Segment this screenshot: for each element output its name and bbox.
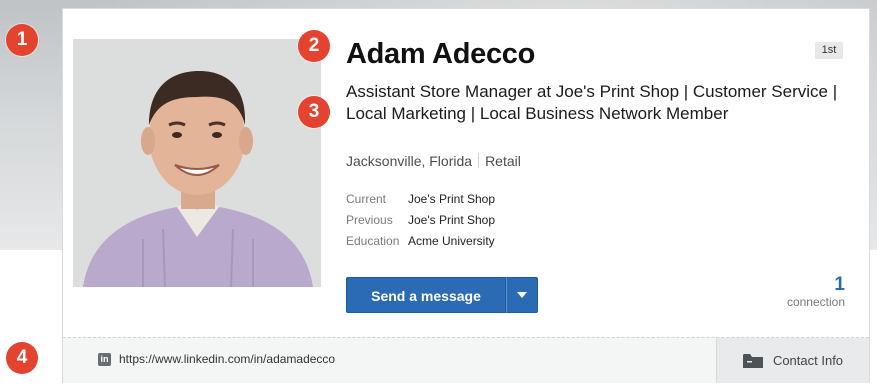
fact-row-previous: Previous Joe's Print Shop — [346, 210, 495, 231]
send-message-button[interactable]: Send a message — [346, 277, 506, 313]
annotation-marker-3: 3 — [298, 96, 330, 128]
fact-row-current: Current Joe's Print Shop — [346, 189, 495, 210]
location-link[interactable]: Jacksonville, Florida — [346, 153, 472, 169]
folder-icon — [742, 354, 763, 368]
profile-name: Adam Adecco — [346, 38, 536, 70]
fact-label: Previous — [346, 213, 393, 227]
annotation-marker-4: 4 — [6, 342, 38, 374]
connections-summary[interactable]: 1 connection — [787, 275, 845, 310]
fact-value[interactable]: Joe's Print Shop — [408, 192, 495, 206]
annotation-marker-1: 1 — [6, 24, 38, 56]
fact-value[interactable]: Acme University — [408, 234, 495, 248]
connection-degree-badge: 1st — [815, 42, 843, 59]
connection-count: 1 — [834, 274, 845, 295]
profile-photo-image — [73, 39, 321, 287]
fact-label: Education — [346, 234, 400, 248]
profile-card: Adam Adecco 1st Assistant Store Manager … — [62, 8, 870, 383]
fact-value[interactable]: Joe's Print Shop — [408, 213, 495, 227]
fact-row-education: Education Acme University — [346, 231, 495, 252]
caret-down-icon — [517, 292, 527, 298]
profile-photo[interactable] — [73, 39, 321, 287]
contact-info-button[interactable]: Contact Info — [716, 338, 869, 383]
profile-facts: Current Joe's Print Shop Previous Joe's Pr… — [346, 189, 495, 252]
industry-link[interactable]: Retail — [485, 153, 521, 169]
connection-label: connection — [786, 295, 845, 309]
meta-divider — [478, 153, 480, 168]
profile-headline: Assistant Store Manager at Joe's Print S… — [346, 82, 838, 123]
contact-info-label: Contact Info — [772, 353, 844, 368]
public-profile-url[interactable]: https://www.linkedin.com/in/adamadecco — [119, 352, 335, 366]
linkedin-icon: in — [98, 353, 111, 366]
message-button-group: Send a message — [346, 277, 538, 313]
message-dropdown-button[interactable] — [506, 277, 538, 313]
annotation-marker-2: 2 — [298, 30, 330, 62]
profile-meta: Jacksonville, Florida Retail — [346, 153, 521, 169]
fact-label: Current — [346, 192, 387, 206]
profile-footer: in https://www.linkedin.com/in/adamadecc… — [63, 337, 869, 383]
